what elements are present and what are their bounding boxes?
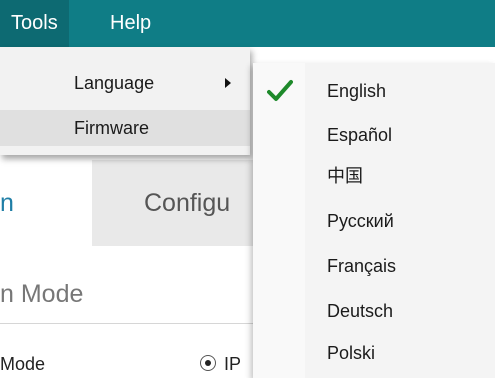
language-item-label: Français <box>327 256 397 276</box>
language-item-polish[interactable]: Polski <box>253 331 495 375</box>
checkmark-icon <box>267 80 293 101</box>
ip-mode-radio[interactable] <box>200 355 216 371</box>
tab-configure-label: Configu <box>144 189 231 217</box>
mode-field-label: Mode <box>0 354 46 374</box>
menu-item-language[interactable]: Language <box>0 65 250 101</box>
language-item-russian[interactable]: Русский <box>253 199 495 243</box>
language-submenu: English Español 中国 Русский Français Deut… <box>253 63 495 378</box>
language-item-label: English <box>327 81 387 101</box>
language-item-english[interactable]: English <box>253 69 495 113</box>
menu-tools[interactable]: Tools <box>0 0 69 47</box>
menu-bar: Tools Help <box>0 0 495 47</box>
language-item-spanish[interactable]: Español <box>253 113 495 157</box>
language-item-label: Polski <box>327 343 376 363</box>
language-item-chinese[interactable]: 中国 <box>253 154 495 198</box>
mode-section-heading: n Mode <box>0 280 84 308</box>
language-item-label: 中国 <box>327 166 363 186</box>
language-item-french[interactable]: Français <box>253 244 495 288</box>
menu-help[interactable]: Help <box>99 0 162 47</box>
submenu-arrow-icon <box>225 78 231 88</box>
tab-previous[interactable]: n <box>0 160 92 246</box>
menu-item-language-label: Language <box>74 73 155 93</box>
language-item-label: Deutsch <box>327 301 394 321</box>
tools-dropdown: Language Firmware <box>0 47 250 155</box>
language-item-label: Español <box>327 125 393 145</box>
ip-mode-radio-label: IP <box>224 354 242 374</box>
language-item-label: Русский <box>327 211 394 231</box>
menu-item-firmware-label: Firmware <box>74 118 149 138</box>
language-item-german[interactable]: Deutsch <box>253 289 495 333</box>
menu-item-firmware[interactable]: Firmware <box>0 110 250 146</box>
